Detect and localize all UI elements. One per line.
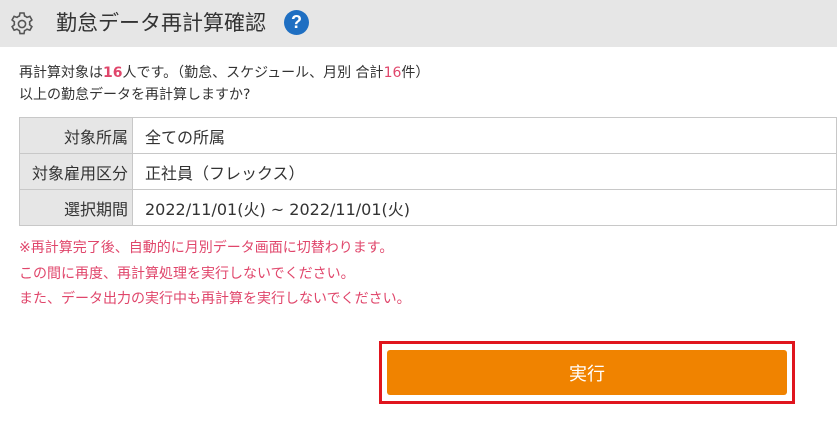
confirm-question: 以上の勤怠データを再計算しますか? (19, 87, 251, 103)
warning-note: また、データ出力の実行中も再計算を実行しないでください。 (19, 291, 411, 307)
page-header: 勤怠データ再計算確認 ? (0, 0, 837, 47)
target-count: 16 (103, 65, 123, 81)
recalc-description: 再計算対象は16人です。（勤怠、スケジュール、月別 合計16件） 以上の勤怠デー… (19, 62, 429, 106)
table-row: 対象所属 全ての所属 (19, 117, 837, 154)
gear-icon[interactable] (9, 11, 35, 37)
row-value: 正社員（フレックス） (132, 153, 837, 190)
warning-note: この間に再度、再計算処理を実行しないでください。 (19, 265, 355, 282)
execute-button-highlight: 実行 (379, 341, 795, 404)
summary-prefix: 再計算対象は (19, 65, 103, 81)
execute-button[interactable]: 実行 (387, 350, 787, 395)
row-value: 2022/11/01(火) ~ 2022/11/01(火) (132, 189, 837, 226)
summary-mid: 人です。（勤怠、スケジュール、月別 合計 (122, 65, 384, 81)
help-icon[interactable]: ? (284, 10, 309, 35)
row-label: 対象所属 (19, 117, 133, 154)
table-row: 対象雇用区分 正社員（フレックス） (19, 153, 837, 190)
row-label: 選択期間 (19, 189, 133, 226)
summary-suffix: 件） (401, 65, 430, 81)
warning-note: ※再計算完了後、自動的に月別データ画面に切替わります。 (19, 240, 394, 256)
page-title: 勤怠データ再計算確認 (56, 11, 266, 35)
total-count: 16 (383, 65, 402, 81)
recalc-summary-line: 再計算対象は16人です。（勤怠、スケジュール、月別 合計16件） (19, 62, 429, 84)
row-label: 対象雇用区分 (19, 153, 133, 190)
recalc-conditions-table: 対象所属 全ての所属 対象雇用区分 正社員（フレックス） 選択期間 2022/1… (19, 117, 837, 226)
table-row: 選択期間 2022/11/01(火) ~ 2022/11/01(火) (19, 189, 837, 226)
warning-notes: ※再計算完了後、自動的に月別データ画面に切替わります。 この間に再度、再計算処理… (19, 236, 411, 313)
row-value: 全ての所属 (132, 117, 837, 154)
